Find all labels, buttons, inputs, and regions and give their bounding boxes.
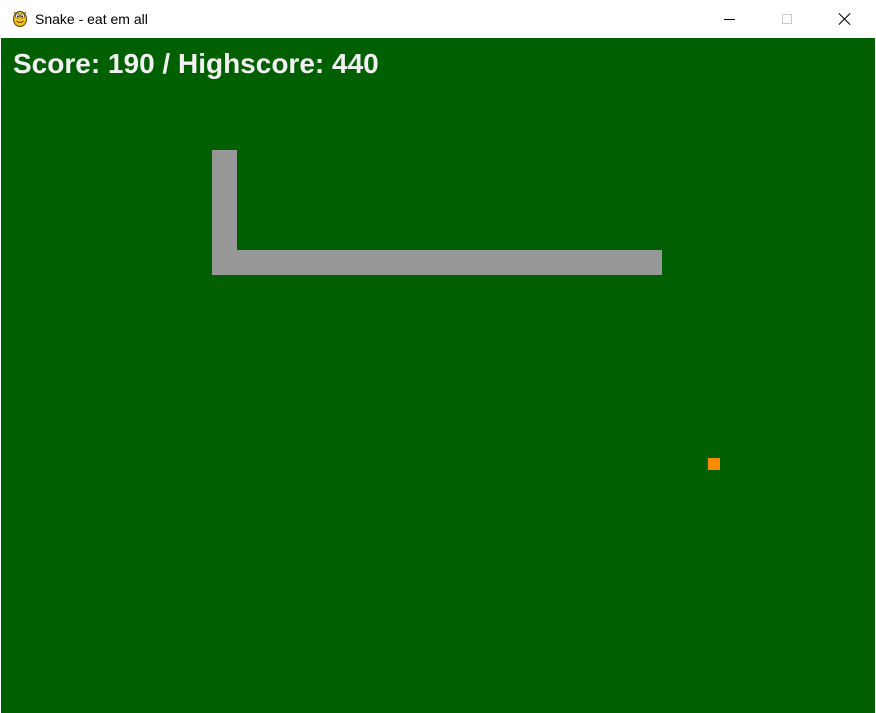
snake-body-segment bbox=[212, 250, 662, 275]
maximize-icon bbox=[782, 14, 792, 24]
game-canvas[interactable]: Score: 190 / Highscore: 440 bbox=[1, 38, 875, 713]
score-display: Score: 190 / Highscore: 440 bbox=[13, 48, 379, 79]
food-pellet bbox=[708, 458, 720, 470]
close-icon bbox=[839, 13, 851, 25]
close-button[interactable] bbox=[816, 0, 874, 38]
maximize-button[interactable] bbox=[758, 0, 816, 38]
title-bar[interactable]: Snake - eat em all bbox=[0, 0, 876, 38]
pygame-snake-icon bbox=[12, 10, 28, 28]
window-title: Snake - eat em all bbox=[35, 11, 148, 27]
minimize-button[interactable] bbox=[700, 0, 758, 38]
minimize-icon bbox=[723, 18, 735, 20]
game-window: Snake - eat em all Score: 190 / Highscor… bbox=[0, 0, 876, 713]
